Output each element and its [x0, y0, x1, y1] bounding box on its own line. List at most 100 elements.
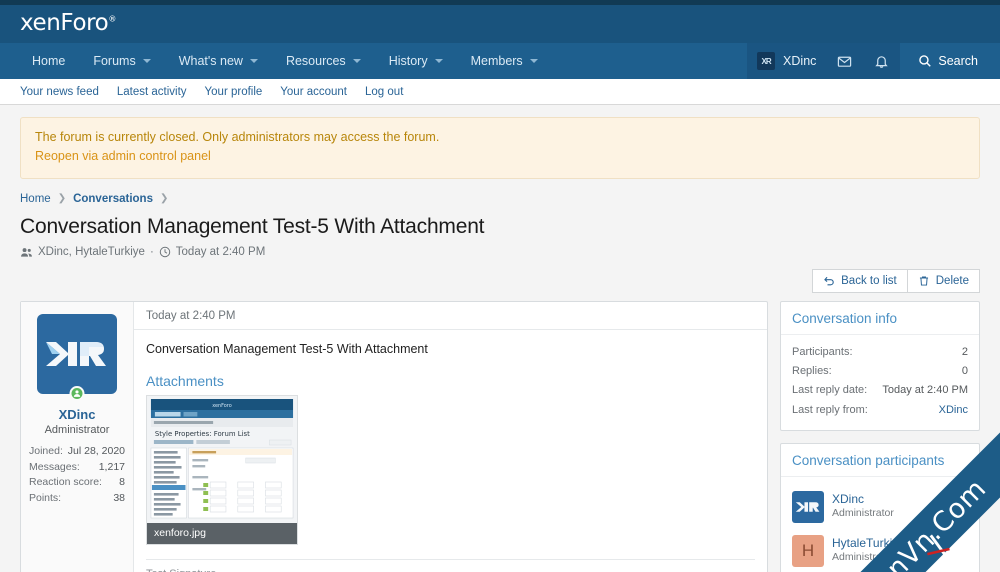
participant-name[interactable]: XDinc	[832, 492, 894, 507]
nav-item-members[interactable]: Members	[457, 43, 552, 79]
back-to-list-label: Back to list	[841, 274, 897, 287]
participants-heading: Conversation participants	[781, 444, 979, 477]
info-value: 0	[961, 365, 968, 377]
xr-logo-icon	[795, 502, 820, 512]
reopen-forum-link[interactable]: Reopen via admin control panel	[35, 147, 965, 166]
author-stat-label: Points:	[29, 492, 62, 504]
breadcrumb-separator-icon: ❯	[159, 193, 169, 205]
page-meta-date: Today at 2:40 PM	[175, 246, 266, 259]
inbox-button[interactable]	[826, 43, 864, 79]
message-body-block: Today at 2:40 PM Conversation Management…	[134, 302, 767, 572]
breadcrumb: Home ❯ Conversations ❯	[20, 193, 980, 205]
author-stat-value: 38	[113, 492, 125, 504]
participant-name[interactable]: HytaleTurkiye	[832, 536, 905, 551]
participant-row[interactable]: XDinc Administrator	[792, 485, 968, 529]
author-stat-row: Points: 38	[29, 491, 125, 507]
chevron-down-icon	[249, 59, 258, 63]
avatar[interactable]	[37, 313, 117, 394]
admin-panel-screenshot-icon: xenForo Style Properties: Forum List	[147, 395, 297, 523]
author-stats: Joined: Jul 28, 2020 Messages: 1,217 Rea…	[29, 444, 125, 507]
author-stat-row: Joined: Jul 28, 2020	[29, 444, 125, 460]
thumbs-up-glyph	[956, 499, 967, 509]
subnav-item-your-profile[interactable]: Your profile	[205, 86, 263, 98]
info-label: Participants:	[792, 345, 853, 358]
author-stat-label: Reaction score:	[29, 476, 102, 489]
content-area: The forum is currently closed. Only admi…	[0, 117, 1000, 572]
page-meta-separator: ·	[149, 246, 154, 259]
breadcrumb-item-conversations[interactable]: Conversations	[73, 193, 153, 205]
nav-item-label: Members	[470, 54, 523, 68]
chevron-down-icon	[352, 59, 361, 63]
thumbs-up-icon[interactable]	[955, 498, 968, 516]
nav-item-history[interactable]: History	[375, 43, 457, 79]
site-logo[interactable]: xenForo®	[20, 10, 116, 36]
info-label: Last reply from:	[792, 403, 868, 416]
subnav-item-news-feed[interactable]: Your news feed	[20, 86, 99, 98]
conversation-info-heading: Conversation info	[781, 302, 979, 335]
info-value-link[interactable]: XDinc	[939, 401, 968, 420]
search-button[interactable]: Search	[904, 43, 990, 79]
trash-icon	[919, 276, 928, 286]
subnav-item-latest-activity[interactable]: Latest activity	[117, 86, 187, 98]
conversation-info-card: Conversation info Participants: 2 Replie…	[780, 300, 980, 431]
conversation-participants-card: Conversation participants XDinc Administ…	[780, 442, 980, 572]
author-avatar-wrap	[37, 313, 117, 401]
message-date[interactable]: Today at 2:40 PM	[134, 302, 767, 330]
nav-item-home[interactable]: Home	[20, 43, 79, 79]
page-root: xenForo® Home Forums What's new Resource…	[0, 0, 1000, 572]
attachment-thumbnail[interactable]: xenForo Style Properties: Forum List xen…	[146, 394, 298, 545]
nav-item-label: Resources	[285, 54, 346, 68]
info-value: Today at 2:40 PM	[882, 384, 968, 397]
delete-button[interactable]: Delete	[907, 268, 980, 293]
participant-info: HytaleTurkiye Administrator	[832, 536, 905, 565]
message-content: Conversation Management Test-5 With Atta…	[134, 330, 767, 545]
author-stat-label: Joined:	[29, 444, 63, 457]
chevron-down-icon	[529, 59, 538, 63]
nav-right-group: XR XDinc Search	[747, 43, 1000, 79]
message-text: Conversation Management Test-5 With Atta…	[146, 341, 428, 356]
alerts-button[interactable]	[863, 43, 901, 79]
author-title: Administrator	[44, 423, 110, 436]
svg-text:Style Properties: Forum List: Style Properties: Forum List	[155, 430, 250, 438]
site-logo-mark: ®	[108, 14, 116, 24]
message-column: XDinc Administrator Joined: Jul 28, 2020…	[20, 300, 768, 572]
undo-arrow-icon	[824, 276, 834, 286]
search-button-label: Search	[938, 54, 978, 68]
notice-text: The forum is currently closed. Only admi…	[35, 130, 440, 144]
participants-body: XDinc Administrator H HytaleTurkiye Admi…	[781, 477, 979, 572]
avatar	[792, 490, 824, 523]
clock-icon	[159, 247, 170, 258]
message-author-block: XDinc Administrator Joined: Jul 28, 2020…	[21, 301, 134, 572]
subnav-item-log-out[interactable]: Log out	[365, 86, 403, 98]
back-to-list-button[interactable]: Back to list	[812, 268, 908, 293]
author-stat-label: Messages:	[29, 460, 80, 473]
participant-title: Administrator	[832, 507, 894, 520]
nav-item-resources[interactable]: Resources	[272, 43, 375, 79]
info-row-last-reply-from: Last reply from: XDinc	[792, 401, 968, 420]
author-name[interactable]: XDinc	[29, 407, 125, 422]
author-stat-row: Reaction score: 8	[29, 475, 125, 491]
nav-item-forums[interactable]: Forums	[79, 43, 164, 79]
conversation-actions: Back to list Delete	[20, 268, 980, 293]
chevron-down-icon	[434, 59, 443, 63]
nav-item-whats-new[interactable]: What's new	[165, 43, 272, 79]
user-menu-label: XDinc	[783, 54, 817, 68]
xr-logo-icon	[46, 341, 106, 366]
subnav-item-your-account[interactable]: Your account	[280, 86, 347, 98]
nav-item-label: Forums	[93, 54, 136, 68]
breadcrumb-item-home[interactable]: Home	[20, 193, 51, 205]
user-icon	[73, 390, 81, 397]
sidebar: Conversation info Participants: 2 Replie…	[780, 300, 980, 572]
participant-row[interactable]: H HytaleTurkiye Administrator	[792, 529, 968, 572]
users-icon	[21, 247, 32, 257]
page-meta: XDinc, HytaleTurkiye · Today at 2:40 PM	[20, 246, 980, 259]
info-row-last-reply-date: Last reply date: Today at 2:40 PM	[792, 381, 968, 400]
user-menu-button[interactable]: XR XDinc	[747, 43, 827, 79]
breadcrumb-separator-icon: ❯	[57, 193, 67, 205]
secondary-navigation: Your news feed Latest activity Your prof…	[0, 79, 1000, 105]
forum-closed-notice: The forum is currently closed. Only admi…	[20, 117, 980, 179]
svg-text:xenForo: xenForo	[212, 403, 232, 409]
conversation-info-body: Participants: 2 Replies: 0 Last reply da…	[781, 335, 979, 430]
nav-item-label: Home	[32, 54, 66, 68]
avatar: H	[792, 534, 824, 567]
